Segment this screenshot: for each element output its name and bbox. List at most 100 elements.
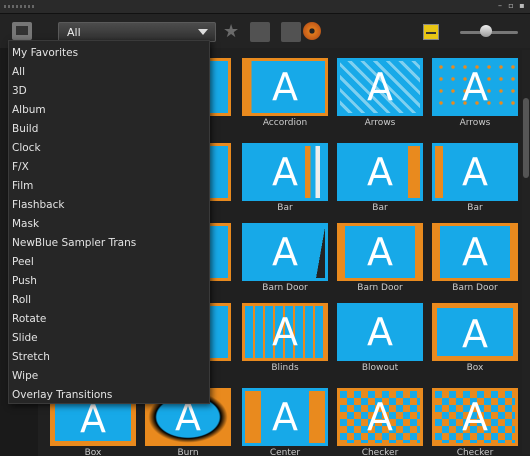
thumbnail-letter: A [462, 312, 488, 356]
thumbnail-label: Bar [372, 203, 388, 213]
thumbnail-arrows-2[interactable]: A Arrows [432, 58, 518, 130]
slider-knob[interactable] [480, 25, 492, 37]
thumbnail-letter: A [462, 395, 488, 439]
thumbnail-bar-3[interactable]: A Bar [432, 143, 518, 215]
thumbnail-letter: A [272, 395, 298, 439]
menu-item-newblue[interactable]: NewBlue Sampler Trans [9, 234, 209, 253]
menu-item-film[interactable]: Film [9, 177, 209, 196]
thumbnail-image: A [242, 143, 328, 201]
thumbnail-letter: A [462, 65, 488, 109]
thumbnail-bar-2[interactable]: A Bar [337, 143, 423, 215]
menu-item-build[interactable]: Build [9, 120, 209, 139]
thumbnail-barn-door-3[interactable]: A Barn Door [432, 223, 518, 295]
thumbnail-image: A [432, 388, 518, 446]
thumbnail-label: Barn Door [357, 283, 403, 293]
menu-item-push[interactable]: Push [9, 272, 209, 291]
menu-item-flashback[interactable]: Flashback [9, 196, 209, 215]
thumbnail-label: Blinds [271, 363, 299, 373]
thumbnail-label: Blowout [361, 363, 399, 373]
category-dropdown-value: All [67, 26, 81, 39]
thumbnail-image: A [337, 388, 423, 446]
thumbnail-image: A [242, 223, 328, 281]
thumbnail-image: A [337, 143, 423, 201]
library-manager-icon[interactable] [12, 22, 32, 40]
thumbnail-label: Checker [361, 448, 399, 456]
restore-icon[interactable]: ▫ [507, 2, 515, 10]
chevron-down-icon [198, 29, 208, 35]
thumbnail-letter: A [367, 150, 393, 194]
menu-item-album[interactable]: Album [9, 101, 209, 120]
thumbnail-bar-1[interactable]: A Bar [242, 143, 328, 215]
menu-item-my-favorites[interactable]: My Favorites [9, 44, 209, 63]
thumbnail-letter: A [272, 230, 298, 274]
thumbnail-letter: A [462, 230, 488, 274]
thumbnail-center[interactable]: A Center [242, 388, 328, 456]
thumbnail-letter: A [272, 65, 298, 109]
menu-item-all[interactable]: All [9, 63, 209, 82]
vertical-scrollbar[interactable] [522, 50, 530, 454]
menu-item-slide[interactable]: Slide [9, 329, 209, 348]
thumbnail-accordion[interactable]: A Accordion [242, 58, 328, 130]
thumbnail-letter: A [462, 150, 488, 194]
thumbnail-barn-door-1[interactable]: A Barn Door [242, 223, 328, 295]
category-dropdown[interactable]: All [58, 22, 216, 42]
menu-item-roll[interactable]: Roll [9, 291, 209, 310]
menu-item-mask[interactable]: Mask [9, 215, 209, 234]
thumbnail-blowout[interactable]: A Blowout [337, 303, 423, 375]
menu-item-3d[interactable]: 3D [9, 82, 209, 101]
thumbnail-label: Arrows [364, 118, 396, 128]
view-mode-button[interactable] [423, 24, 439, 40]
thumbnail-checker-1[interactable]: A Checker [337, 388, 423, 456]
thumbnail-box[interactable]: A Box [432, 303, 518, 375]
thumbnail-letter: A [367, 310, 393, 354]
thumbnail-image: A [337, 223, 423, 281]
thumbnail-letter: A [272, 310, 298, 354]
menu-item-rotate[interactable]: Rotate [9, 310, 209, 329]
thumbnail-label: Box [84, 448, 102, 456]
add-to-favorites-icon[interactable]: ★ [223, 22, 243, 42]
thumbnail-image: A [337, 303, 423, 361]
menu-item-wipe[interactable]: Wipe [9, 367, 209, 386]
menu-item-overlay[interactable]: Overlay Transitions [9, 386, 209, 405]
thumbnail-image: A [432, 303, 518, 361]
thumbnail-label: Barn Door [262, 283, 308, 293]
menu-item-clock[interactable]: Clock [9, 139, 209, 158]
thumbnail-label: Barn Door [452, 283, 498, 293]
import-disc-icon[interactable] [303, 22, 321, 40]
title-bar: – ▫ ▪ [0, 0, 530, 14]
drag-grip[interactable] [4, 5, 34, 8]
thumbnail-image: A [242, 303, 328, 361]
thumbnail-letter: A [272, 150, 298, 194]
apply-random-icon[interactable] [281, 22, 301, 42]
thumbnail-image: A [242, 388, 328, 446]
thumbnail-label: Checker [456, 448, 494, 456]
thumbnail-barn-door-2[interactable]: A Barn Door [337, 223, 423, 295]
close-icon[interactable]: ▪ [518, 2, 526, 10]
thumbnail-label: Box [466, 363, 484, 373]
category-dropdown-menu: My Favorites All 3D Album Build Clock F/… [8, 40, 210, 404]
thumbnail-label: Accordion [262, 118, 308, 128]
minimize-icon[interactable]: – [496, 2, 504, 10]
thumbnail-label: Burn [177, 448, 199, 456]
thumbnail-checker-2[interactable]: A Checker [432, 388, 518, 456]
thumbnail-arrows[interactable]: A Arrows [337, 58, 423, 130]
thumbnail-image: A [242, 58, 328, 116]
thumbnail-image: A [337, 58, 423, 116]
menu-item-stretch[interactable]: Stretch [9, 348, 209, 367]
menu-item-peel[interactable]: Peel [9, 253, 209, 272]
menu-item-fx[interactable]: F/X [9, 158, 209, 177]
thumbnail-label: Bar [467, 203, 483, 213]
thumbnail-letter: A [367, 230, 393, 274]
thumbnail-blinds[interactable]: A Blinds [242, 303, 328, 375]
apply-to-all-video-icon[interactable] [250, 22, 270, 42]
thumbnail-label: Arrows [459, 118, 491, 128]
thumbnail-image: A [432, 143, 518, 201]
thumbnail-image: A [432, 223, 518, 281]
thumbnail-image: A [432, 58, 518, 116]
thumbnail-label: Center [269, 448, 301, 456]
thumbnail-letter: A [367, 65, 393, 109]
window-controls: – ▫ ▪ [496, 2, 526, 10]
thumbnail-letter: A [367, 395, 393, 439]
transition-library-window: – ▫ ▪ All ★ A es A Accordion A Arrows A … [0, 0, 530, 456]
scrollbar-thumb[interactable] [523, 98, 529, 178]
